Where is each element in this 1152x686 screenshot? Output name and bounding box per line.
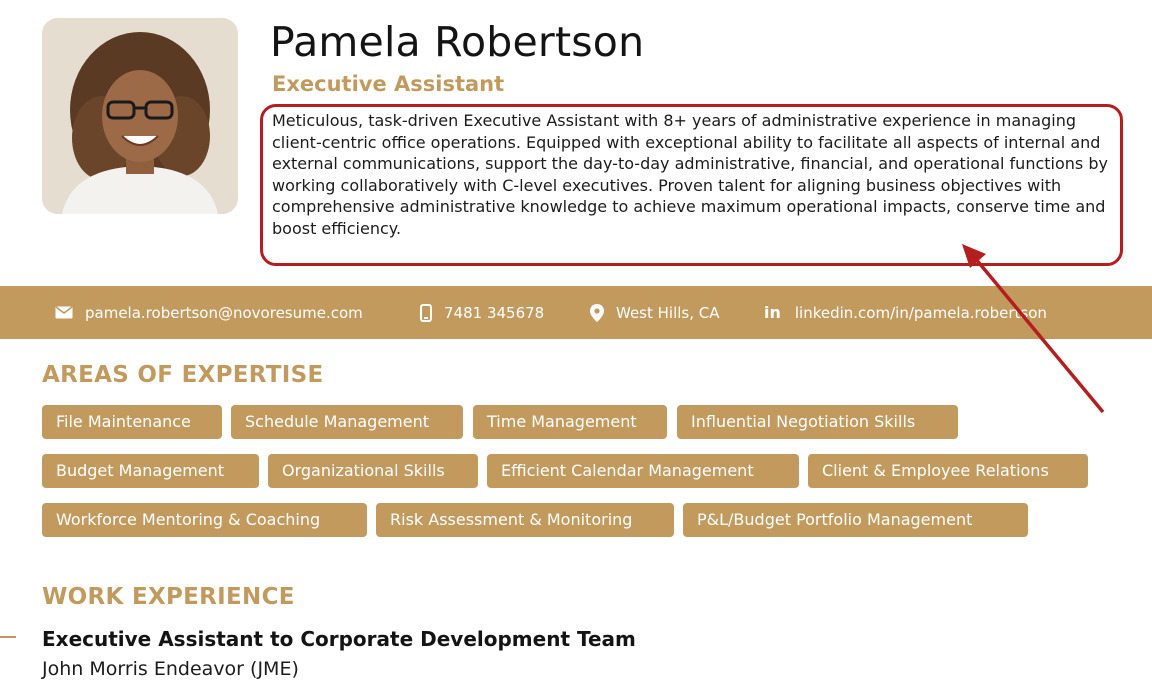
location-pin-icon [590, 303, 604, 322]
expertise-tag: Budget Management [42, 454, 259, 488]
expertise-tag: Risk Assessment & Monitoring [376, 503, 674, 537]
linkedin-icon: in [764, 303, 781, 322]
contact-phone[interactable]: 7481 345678 [420, 286, 544, 339]
expertise-tag: Influential Negotiation Skills [677, 405, 958, 439]
expertise-heading: AREAS OF EXPERTISE [42, 362, 324, 388]
contact-bar: pamela.robertson@novoresume.com 7481 345… [0, 286, 1152, 339]
expertise-tag: Time Management [473, 405, 667, 439]
timeline-marker [0, 636, 16, 638]
contact-linkedin[interactable]: in linkedin.com/in/pamela.robertson [764, 286, 1047, 339]
contact-location: West Hills, CA [590, 286, 720, 339]
location-text: West Hills, CA [616, 303, 720, 322]
work-heading: WORK EXPERIENCE [42, 584, 295, 610]
expertise-tag: Schedule Management [231, 405, 463, 439]
envelope-icon [55, 306, 73, 319]
candidate-title: Executive Assistant [272, 72, 505, 96]
portrait-illustration [42, 18, 238, 214]
email-text: pamela.robertson@novoresume.com [85, 303, 363, 322]
expertise-tag: Workforce Mentoring & Coaching [42, 503, 367, 537]
expertise-tag: Organizational Skills [268, 454, 478, 488]
job-company: John Morris Endeavor (JME) [42, 658, 299, 680]
expertise-tag: File Maintenance [42, 405, 222, 439]
phone-text: 7481 345678 [444, 303, 545, 322]
profile-photo [42, 18, 238, 214]
candidate-name: Pamela Robertson [270, 18, 645, 66]
contact-email[interactable]: pamela.robertson@novoresume.com [55, 286, 363, 339]
linkedin-text: linkedin.com/in/pamela.robertson [794, 303, 1047, 322]
phone-icon [420, 303, 432, 322]
summary-highlight-box [260, 104, 1123, 266]
job-title: Executive Assistant to Corporate Develop… [42, 627, 636, 651]
expertise-tag: P&L/Budget Portfolio Management [683, 503, 1028, 537]
expertise-tag: Client & Employee Relations [808, 454, 1088, 488]
expertise-tag: Efficient Calendar Management [487, 454, 799, 488]
